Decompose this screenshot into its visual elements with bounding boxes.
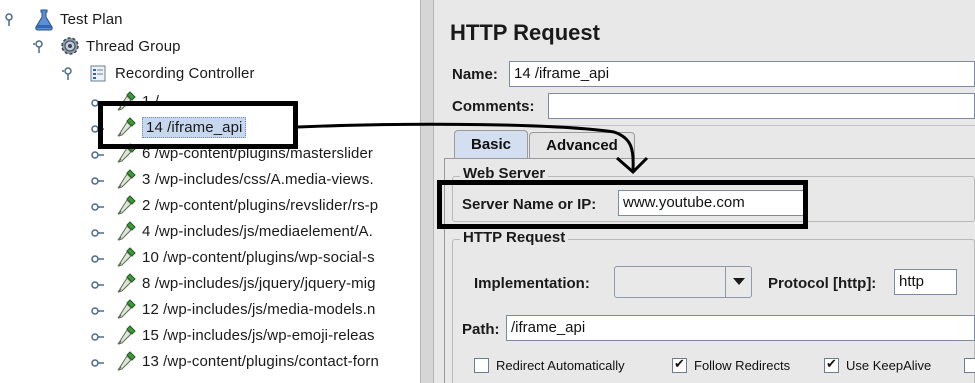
test-plan-tree[interactable]: Test Plan Thread Group Recording Control… (0, 0, 420, 383)
checkbox-label: Redirect Automatically (496, 358, 625, 373)
path-field[interactable]: /iframe_api (506, 315, 975, 341)
collapse-handle[interactable] (91, 174, 105, 188)
tree-node-sampler[interactable]: 10 /wp-content/plugins/wp-social-s (114, 244, 375, 270)
pipette-icon (114, 167, 138, 191)
tree-node-label: 10 /wp-content/plugins/wp-social-s (142, 248, 375, 266)
tab-advanced[interactable]: Advanced (529, 132, 635, 158)
protocol-label: Protocol [http]: (768, 275, 877, 292)
pipette-icon (114, 245, 138, 269)
controller-icon (87, 61, 111, 85)
chevron-down-icon[interactable] (725, 267, 751, 297)
tree-node-label: 13 /wp-content/plugins/contact-forn (142, 352, 379, 370)
tab-basic[interactable]: Basic (454, 130, 528, 158)
tree-node-label: Test Plan (60, 10, 123, 28)
pipette-icon (114, 193, 138, 217)
collapse-handle[interactable] (91, 304, 105, 318)
split-pane-divider[interactable] (420, 0, 434, 383)
tree-node-label: 15 /wp-includes/js/wp-emoji-releas (142, 326, 375, 344)
tree-node-test-plan[interactable]: Test Plan (32, 6, 123, 32)
collapse-handle[interactable] (91, 148, 105, 162)
tree-node-label: 8 /wp-includes/js/jquery/jquery-mig (142, 274, 376, 292)
pipette-icon (114, 297, 138, 321)
name-label: Name: (452, 66, 498, 83)
expand-handle[interactable] (5, 13, 19, 27)
collapse-handle[interactable] (91, 278, 105, 292)
implementation-select[interactable] (614, 266, 752, 298)
collapse-handle[interactable] (91, 330, 105, 344)
pipette-icon (114, 323, 138, 347)
use-keepalive-checkbox[interactable]: Use KeepAlive (824, 356, 932, 373)
comments-label: Comments: (452, 98, 535, 115)
implementation-label: Implementation: (474, 275, 590, 292)
follow-redirects-checkbox[interactable]: Follow Redirects (672, 356, 791, 373)
tree-node-thread-group[interactable]: Thread Group (58, 33, 181, 59)
tree-node-sampler[interactable]: 3 /wp-includes/css/A.media-views. (114, 166, 374, 192)
tree-node-label: Recording Controller (115, 64, 255, 82)
pipette-icon (114, 219, 138, 243)
checkbox-box[interactable] (474, 358, 489, 373)
checkbox-label: Follow Redirects (694, 358, 791, 373)
separator (444, 125, 975, 126)
tree-node-sampler[interactable]: 8 /wp-includes/js/jquery/jquery-mig (114, 270, 376, 296)
highlight-box-sampler (98, 101, 298, 149)
panel-title: HTTP Request (450, 20, 600, 45)
collapse-handle[interactable] (91, 356, 105, 370)
collapse-handle[interactable] (91, 226, 105, 240)
tree-node-label: Thread Group (86, 37, 181, 55)
highlight-box-server (437, 180, 808, 229)
collapse-handle[interactable] (91, 200, 105, 214)
tree-node-sampler[interactable]: 15 /wp-includes/js/wp-emoji-releas (114, 322, 375, 348)
collapse-handle[interactable] (91, 252, 105, 266)
tree-node-sampler[interactable]: 12 /wp-includes/js/media-models.n (114, 296, 375, 322)
checkbox-box[interactable] (964, 358, 975, 373)
checkbox-box[interactable] (824, 356, 839, 373)
tree-node-sampler[interactable]: 4 /wp-includes/js/mediaelement/A. (114, 218, 373, 244)
expand-handle[interactable] (33, 40, 47, 54)
protocol-field[interactable]: http (894, 269, 957, 295)
tree-node-label: 12 /wp-includes/js/media-models.n (142, 300, 376, 318)
pipette-icon (114, 349, 138, 373)
pipette-icon (114, 271, 138, 295)
tree-node-label: 4 /wp-includes/js/mediaelement/A. (142, 222, 373, 240)
redirect-automatically-checkbox[interactable]: Redirect Automatically (474, 358, 625, 373)
name-field[interactable]: 14 /iframe_api (509, 61, 975, 87)
tree-node-sampler[interactable]: 13 /wp-content/plugins/contact-forn (114, 348, 379, 374)
checkbox-label: Use KeepAlive (846, 358, 932, 373)
http-request-group-title: HTTP Request (460, 229, 569, 246)
flask-icon (32, 7, 56, 31)
gear-icon (58, 34, 82, 58)
checkbox-box[interactable] (672, 356, 687, 373)
path-label: Path: (462, 321, 500, 338)
tree-node-label: 3 /wp-includes/css/A.media-views. (142, 170, 374, 188)
expand-handle[interactable] (62, 67, 76, 81)
checkbox-partial[interactable] (964, 358, 975, 373)
tree-node-sampler[interactable]: 2 /wp-content/plugins/revslider/rs-p (114, 192, 378, 218)
tree-node-label: 2 /wp-content/plugins/revslider/rs-p (142, 196, 379, 214)
tree-node-recording-controller[interactable]: Recording Controller (87, 60, 255, 86)
comments-field[interactable] (548, 93, 975, 119)
